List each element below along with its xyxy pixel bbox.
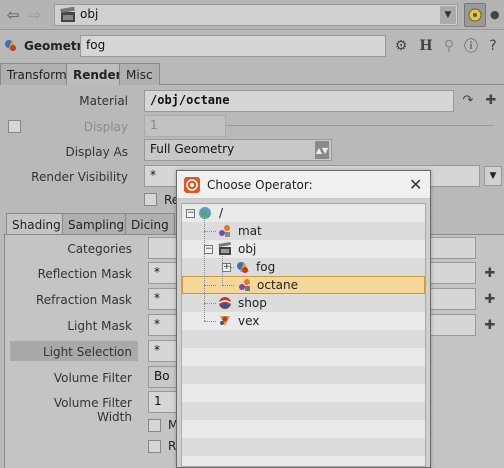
expand-fog-button[interactable]: + [222,263,231,272]
volume-filter-label: Volume Filter [53,371,132,385]
display-slider[interactable] [226,125,494,126]
pin-button[interactable] [464,3,486,27]
gear-icon[interactable]: ⚙ [392,37,410,55]
collapse-obj-button[interactable]: − [204,245,213,254]
operator-tree[interactable]: − − + / mat obj fog octane shop vex [181,203,426,467]
node-name-field[interactable]: fog [80,35,386,57]
tree-item-shop[interactable]: shop [238,296,267,310]
volume-filter-dropdown[interactable]: Bo [148,366,178,388]
h-menu-icon[interactable]: H [417,37,435,55]
jump-to-operator-icon[interactable]: ↷ [460,92,476,108]
parameter-tabs: Transform Render Misc [0,63,504,85]
question-icon[interactable]: ? [484,37,502,55]
tab-shading[interactable]: Shading [6,213,67,235]
shading-checkbox-1[interactable] [148,419,161,432]
tree-item-mat[interactable]: mat [238,224,262,238]
geometry-icon [5,40,17,51]
geometry-icon [237,262,249,273]
display-label: Display [83,120,128,134]
tree-item-vex[interactable]: vex [238,314,259,328]
render-visibility-menu[interactable]: ▼ [484,166,502,186]
tree-item-obj[interactable]: obj [238,242,256,256]
shop-ball-icon [218,297,232,309]
dialog-title: Choose Operator: [207,178,313,192]
refraction-mask-label: Refraction Mask [36,293,132,307]
shading-checkbox-2[interactable] [148,440,161,453]
close-icon[interactable]: ✕ [409,175,422,194]
tree-item-fog[interactable]: fog [256,260,275,274]
reflection-chooser-icon[interactable]: ✚ [482,265,498,281]
render-visibility-label: Render Visibility [31,170,128,184]
tree-item-root[interactable]: / [219,206,223,220]
reflection-mask-label: Reflection Mask [37,267,132,281]
collapse-root-button[interactable]: − [186,209,195,218]
material-field[interactable]: /obj/octane [144,90,454,112]
tab-dicing[interactable]: Dicing [125,213,175,235]
globe-icon [199,207,211,219]
render-option-checkbox[interactable] [144,193,157,206]
path-dropdown-button[interactable]: ▼ [440,6,456,24]
back-arrow-icon[interactable]: ⇦ [3,5,23,25]
light-selection-field[interactable]: * [148,340,178,362]
light-selection-label: Light Selection [42,345,132,359]
refraction-chooser-icon[interactable]: ✚ [482,291,498,307]
search-icon[interactable]: ⚲ [440,37,458,55]
tree-row-selected[interactable] [182,276,425,294]
updown-icon: ▲▼ [315,141,329,159]
display-as-dropdown[interactable]: Full Geometry ▲▼ [144,139,332,161]
pin-icon [468,8,482,22]
categories-label: Categories [67,242,132,256]
forward-arrow-icon[interactable]: ⇨ [25,5,45,25]
display-field[interactable]: 1 [144,115,226,137]
path-text: obj [80,7,99,21]
material-label: Material [79,94,128,108]
tab-transform[interactable]: Transform [0,63,74,85]
tab-sampling[interactable]: Sampling [62,213,131,235]
path-field[interactable] [54,4,458,26]
light-mask-chooser-icon[interactable]: ✚ [482,317,498,333]
choose-operator-dialog: Choose Operator: ✕ − − + / mat obj fog o… [176,170,431,468]
operator-chooser-icon[interactable]: ✚ [483,92,499,108]
volume-filter-width-field[interactable]: 1 [148,391,178,413]
tab-misc[interactable]: Misc [119,63,160,85]
help-icon[interactable]: ● [490,8,502,21]
tree-item-octane[interactable]: octane [257,278,298,292]
vex-icon [220,316,230,326]
display-as-label: Display As [65,145,128,159]
clapper-icon [218,242,231,255]
houdini-logo-icon [184,177,200,193]
light-mask-label: Light Mask [67,319,132,333]
material-network-icon [219,225,230,237]
material-node-icon [239,279,250,291]
display-as-value: Full Geometry [150,142,235,156]
clapper-icon [60,7,75,22]
info-icon[interactable]: ⓘ [462,37,480,55]
volume-filter-width-label: Volume Filter Width [53,396,132,424]
